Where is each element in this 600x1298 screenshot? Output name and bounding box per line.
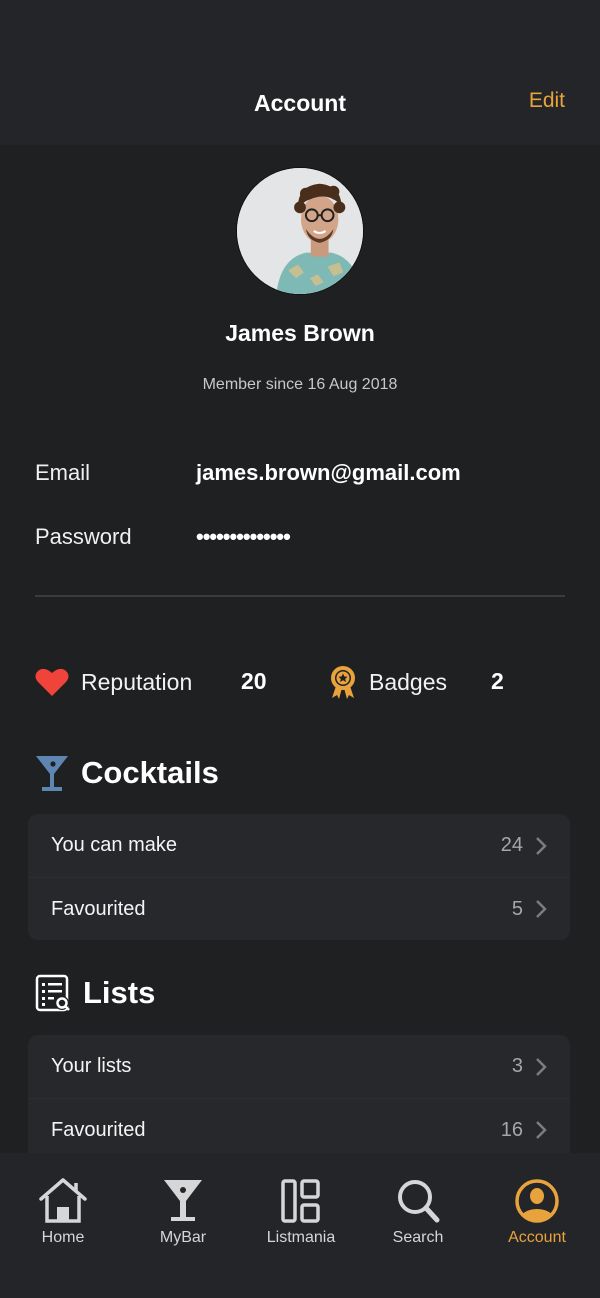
row-label: Your lists bbox=[51, 1055, 132, 1077]
chevron-right-icon bbox=[536, 836, 547, 855]
tab-account[interactable]: Account bbox=[477, 1177, 597, 1257]
lists-card: Your lists 3 Favourited 16 bbox=[28, 1035, 570, 1165]
tab-listmania[interactable]: Listmania bbox=[241, 1177, 361, 1257]
home-icon bbox=[39, 1178, 87, 1223]
stats-row: Reputation 20 Badges 2 bbox=[35, 664, 575, 700]
tab-label: Home bbox=[41, 1229, 85, 1246]
cocktails-card: You can make 24 Favourited 5 bbox=[28, 814, 570, 940]
lists-heading: Lists bbox=[35, 973, 155, 1013]
chevron-right-icon bbox=[536, 900, 547, 918]
cocktails-title: Cocktails bbox=[81, 755, 219, 790]
tab-bar: Home MyBar Listmania Search Account bbox=[0, 1153, 600, 1298]
account-icon bbox=[515, 1179, 559, 1223]
page-title: Account bbox=[254, 90, 346, 116]
profile-name: James Brown bbox=[225, 320, 375, 346]
row-label: Favourited bbox=[51, 1118, 146, 1141]
reputation-stat: Reputation bbox=[35, 664, 192, 700]
tab-search[interactable]: Search bbox=[358, 1177, 478, 1257]
avatar bbox=[236, 167, 364, 295]
tab-label: MyBar bbox=[159, 1229, 207, 1246]
reputation-label: Reputation bbox=[81, 668, 193, 695]
cocktails-you-can-make-row[interactable]: You can make 24 bbox=[28, 814, 570, 877]
row-count: 3 bbox=[511, 1055, 523, 1077]
badges-stat: Badges bbox=[329, 664, 447, 700]
tab-mybar[interactable]: MyBar bbox=[123, 1177, 243, 1257]
row-count: 24 bbox=[500, 834, 523, 856]
tab-label: Account bbox=[508, 1229, 566, 1246]
cocktail-glass-icon bbox=[164, 1180, 202, 1221]
badge-icon bbox=[331, 666, 355, 699]
member-since: Member since 16 Aug 2018 bbox=[202, 376, 398, 393]
row-label: Favourited bbox=[51, 897, 146, 920]
profile-photo bbox=[237, 168, 363, 294]
cocktail-glass-icon bbox=[36, 756, 68, 791]
reputation-value: 20 bbox=[241, 668, 267, 694]
tab-label: Search bbox=[392, 1229, 444, 1246]
search-icon bbox=[398, 1180, 440, 1223]
row-label: You can make bbox=[51, 834, 178, 856]
cocktails-heading: Cocktails bbox=[35, 753, 219, 793]
password-value: •••••••••••••• bbox=[196, 524, 291, 549]
lists-favourited-row[interactable]: Favourited 16 bbox=[28, 1098, 570, 1161]
lists-title: Lists bbox=[83, 975, 156, 1010]
cocktails-favourited-row[interactable]: Favourited 5 bbox=[28, 877, 570, 940]
email-label: Email bbox=[35, 460, 91, 485]
tab-home[interactable]: Home bbox=[3, 1177, 123, 1257]
badges-label: Badges bbox=[369, 668, 448, 695]
row-count: 16 bbox=[500, 1118, 523, 1141]
chevron-right-icon bbox=[536, 1121, 547, 1139]
layout-grid-icon bbox=[281, 1179, 320, 1223]
lists-your-lists-row[interactable]: Your lists 3 bbox=[28, 1035, 570, 1098]
tab-label: Listmania bbox=[266, 1229, 336, 1246]
email-row: Email james.brown@gmail.com bbox=[35, 458, 575, 488]
password-label: Password bbox=[35, 524, 132, 549]
row-count: 5 bbox=[511, 897, 523, 920]
chevron-right-icon bbox=[536, 1057, 547, 1076]
divider bbox=[35, 595, 565, 597]
list-search-icon bbox=[35, 974, 70, 1012]
heart-icon bbox=[35, 668, 69, 696]
password-row: Password •••••••••••••• bbox=[35, 522, 575, 552]
email-value: james.brown@gmail.com bbox=[196, 460, 461, 485]
nav-header: Account Edit bbox=[0, 0, 600, 145]
edit-button[interactable]: Edit bbox=[529, 89, 565, 113]
badges-value: 2 bbox=[491, 668, 504, 694]
